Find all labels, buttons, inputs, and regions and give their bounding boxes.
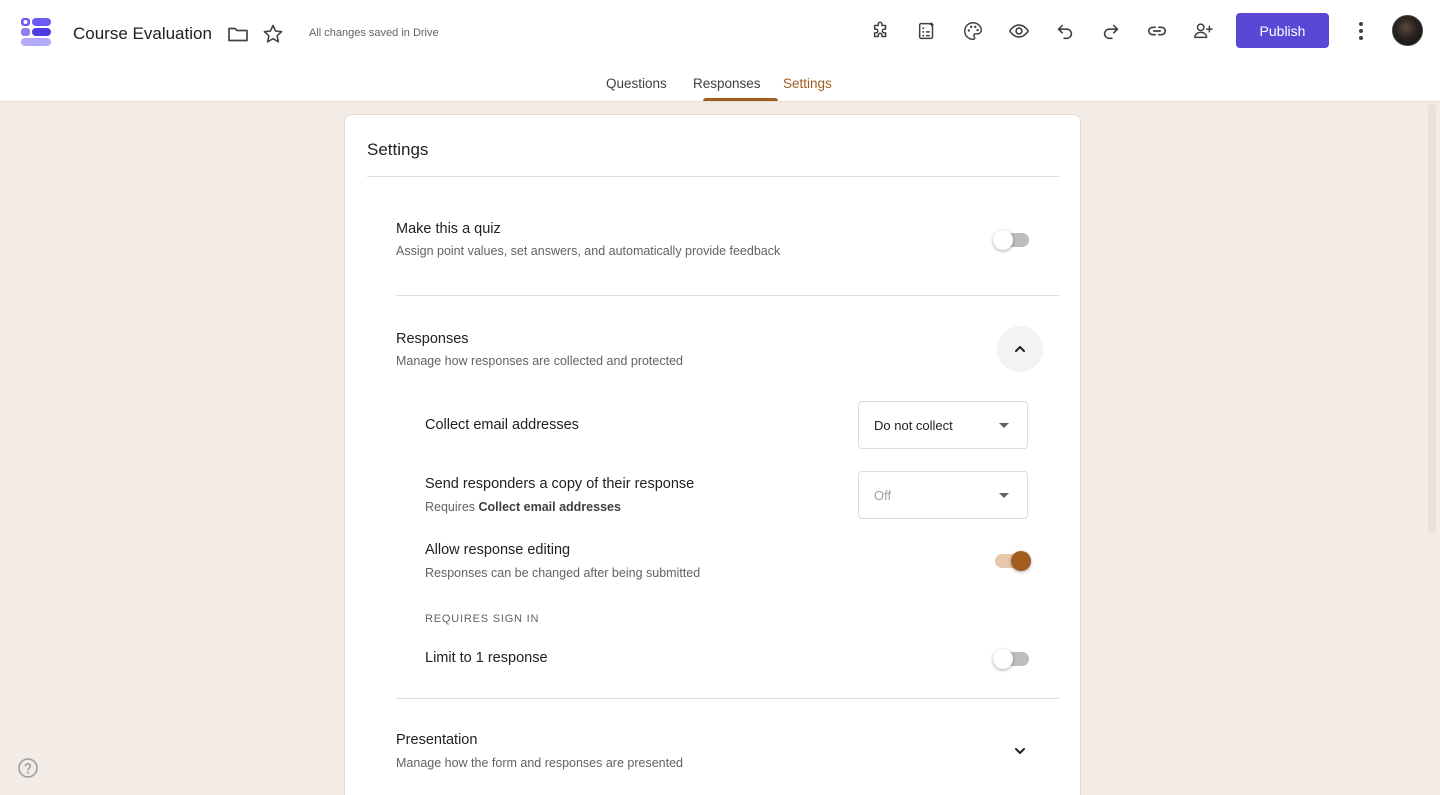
active-tab-indicator [703, 98, 778, 101]
presentation-title: Presentation [396, 732, 478, 748]
palette-icon[interactable] [960, 18, 986, 44]
settings-card: Settings Make this a quiz Assign point v… [344, 114, 1081, 795]
allow-editing-label: Allow response editing [425, 542, 571, 558]
add-ons-icon[interactable] [868, 18, 894, 44]
limit-one-label: Limit to 1 response [425, 650, 548, 666]
chevron-down-icon [1015, 748, 1025, 754]
undo-icon[interactable] [1052, 18, 1078, 44]
send-copy-sub-prefix: Requires [425, 500, 479, 514]
responses-section-subtitle: Manage how responses are collected and p… [396, 354, 683, 368]
collect-email-select[interactable]: Do not collect [858, 401, 1028, 449]
quiz-subtitle: Assign point values, set answers, and au… [396, 244, 781, 258]
responses-collapse-button[interactable] [997, 326, 1043, 372]
limit-one-toggle[interactable] [993, 649, 1031, 669]
chevron-up-icon [1015, 346, 1025, 352]
more-vert-icon[interactable] [1348, 18, 1374, 44]
dropdown-arrow-icon [999, 423, 1009, 428]
toggle-knob [1011, 551, 1031, 571]
form-title[interactable]: Course Evaluation [73, 24, 212, 44]
responses-divider [396, 698, 1059, 699]
preview-eye-icon[interactable] [1006, 18, 1032, 44]
top-bar: Course Evaluation All changes saved in D… [0, 0, 1440, 102]
collect-email-label: Collect email addresses [425, 417, 579, 433]
tab-settings[interactable]: Settings [783, 76, 832, 91]
send-copy-subtitle: Requires Collect email addresses [425, 500, 621, 514]
page-scrollbar[interactable] [1428, 104, 1436, 534]
tab-bar: Questions Responses Settings [0, 76, 1440, 102]
quiz-title: Make this a quiz [396, 221, 501, 237]
allow-editing-toggle[interactable] [993, 551, 1031, 571]
toggle-knob [993, 230, 1013, 250]
collect-email-value: Do not collect [874, 418, 953, 433]
tab-responses[interactable]: Responses [693, 76, 761, 91]
quiz-divider [396, 295, 1059, 296]
user-avatar[interactable] [1392, 15, 1423, 46]
dropdown-arrow-icon [999, 493, 1009, 498]
settings-title: Settings [367, 140, 429, 159]
add-collaborator-icon[interactable] [1190, 18, 1216, 44]
presentation-subtitle: Manage how the form and responses are pr… [396, 756, 683, 770]
send-copy-label: Send responders a copy of their response [425, 476, 695, 492]
allow-editing-subtitle: Responses can be changed after being sub… [425, 566, 701, 580]
requires-sign-in-caption: REQUIRES SIGN IN [425, 613, 540, 625]
ai-sparkle-form-icon[interactable] [914, 18, 940, 44]
send-copy-select[interactable]: Off [858, 471, 1028, 519]
send-copy-sub-bold: Collect email addresses [478, 500, 621, 514]
title-divider [367, 176, 1059, 177]
quiz-toggle[interactable] [993, 230, 1031, 250]
tab-questions[interactable]: Questions [606, 76, 667, 91]
publish-button[interactable]: Publish [1236, 13, 1329, 48]
responses-section-title: Responses [396, 331, 469, 347]
help-icon[interactable] [17, 757, 39, 779]
send-copy-value: Off [874, 488, 892, 503]
star-icon[interactable] [261, 22, 285, 46]
link-icon[interactable] [1144, 18, 1170, 44]
redo-icon[interactable] [1098, 18, 1124, 44]
save-status: All changes saved in Drive [309, 27, 439, 39]
folder-icon[interactable] [226, 22, 250, 46]
toggle-knob [993, 649, 1013, 669]
forms-logo-icon[interactable] [20, 15, 54, 49]
presentation-expand-button[interactable] [997, 728, 1043, 774]
